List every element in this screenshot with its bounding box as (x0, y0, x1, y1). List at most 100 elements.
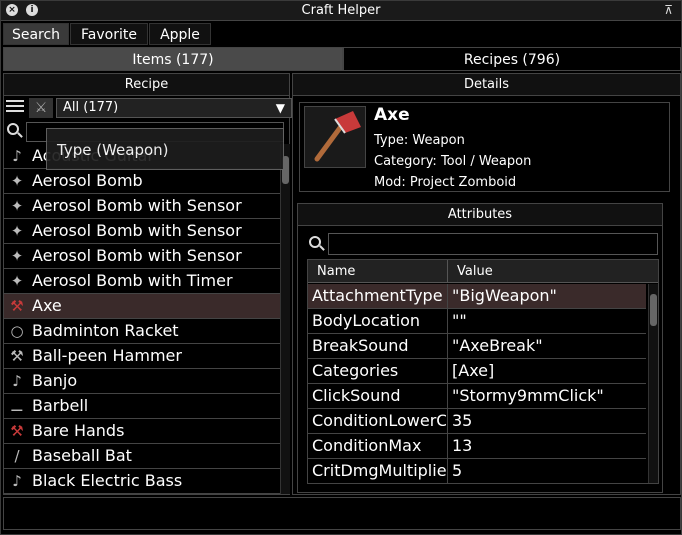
type-filter-select[interactable]: All (177) ▼ (56, 98, 292, 118)
attribute-value: 13 (452, 436, 473, 455)
list-item-label: Axe (32, 296, 62, 315)
type-tooltip: Type (Weapon) (46, 128, 284, 170)
weapon-filter-icon[interactable]: ⚔ (29, 98, 53, 118)
type-filter-value: All (177) (63, 100, 119, 115)
list-item[interactable]: ✦ Aerosol Bomb with Sensor (4, 194, 281, 219)
column-divider (447, 409, 448, 434)
attribute-name: AttachmentType (312, 286, 443, 305)
tab-search[interactable]: Search (3, 23, 69, 45)
recipe-panel-header: Recipe (4, 74, 289, 96)
list-item[interactable]: ✦ Aerosol Bomb (4, 169, 281, 194)
list-item[interactable]: ⚒ Bare Hands (4, 419, 281, 444)
attributes-search-input[interactable] (328, 233, 658, 255)
table-row[interactable]: ConditionMax 13 (308, 434, 646, 459)
window-title: Craft Helper (301, 3, 381, 18)
axe-icon (304, 106, 366, 168)
attributes-panel: Attributes Name Value AttachmentType "Big… (297, 203, 663, 493)
column-header-name[interactable]: Name (308, 260, 448, 283)
table-row[interactable]: BreakSound "AxeBreak" (308, 334, 646, 359)
column-header-value[interactable]: Value (448, 260, 658, 283)
list-item[interactable]: ⚊ Barbell (4, 394, 281, 419)
table-row[interactable]: BodyLocation "" (308, 309, 646, 334)
aerosol-bomb-icon: ✦ (10, 272, 24, 290)
axe-icon: ⚒ (10, 297, 24, 315)
bat-icon: / (14, 447, 20, 465)
attribute-name: BodyLocation (312, 311, 421, 330)
list-item[interactable]: ✦ Aerosol Bomb with Sensor (4, 219, 281, 244)
list-item[interactable]: / Baseball Bat (4, 444, 281, 469)
tab-favorite[interactable]: Favorite (70, 23, 148, 45)
table-row[interactable]: AttachmentType "BigWeapon" (308, 284, 646, 309)
aerosol-bomb-icon: ✦ (10, 222, 24, 240)
list-item[interactable]: ✦ Aerosol Bomb with Sensor (4, 244, 281, 269)
list-item-label: Aerosol Bomb with Sensor (32, 246, 242, 265)
list-item-label: Baseball Bat (32, 446, 132, 465)
attributes-scroll-thumb[interactable] (650, 294, 657, 326)
attribute-value: "BigWeapon" (452, 286, 557, 305)
item-type: Type: Weapon (374, 133, 465, 148)
list-item[interactable]: ♪ Black Electric Bass (4, 469, 281, 494)
item-list-scrollbar[interactable] (280, 144, 290, 494)
list-item-label: Aerosol Bomb (32, 171, 143, 190)
attribute-value: "AxeBreak" (452, 336, 543, 355)
item-category: Category: Tool / Weapon (374, 154, 532, 169)
column-divider (447, 284, 448, 309)
attributes-search-row (308, 233, 658, 255)
attribute-name: Categories (312, 361, 399, 380)
attributes-table: Name Value AttachmentType "BigWeapon" Body… (307, 259, 659, 484)
bare-hands-icon: ⚒ (10, 422, 24, 440)
filter-row: ⚔ All (177) ▼ (4, 97, 292, 119)
details-panel-header: Details (293, 74, 680, 96)
column-divider (447, 334, 448, 359)
item-name: Axe (374, 105, 410, 125)
chevron-down-icon: ▼ (275, 101, 285, 115)
list-item-label: Aerosol Bomb with Sensor (32, 196, 242, 215)
tab-apple[interactable]: Apple (149, 23, 211, 45)
bass-guitar-icon: ♪ (12, 472, 22, 490)
list-item[interactable]: ⚒ Ball-peen Hammer (4, 344, 281, 369)
hammer-icon: ⚒ (10, 347, 24, 365)
item-summary: Axe Type: Weapon Category: Tool / Weapon… (299, 102, 670, 192)
column-divider (447, 459, 448, 483)
list-item-label: Banjo (32, 371, 78, 390)
list-item[interactable]: ○ Badminton Racket (4, 319, 281, 344)
aerosol-bomb-icon: ✦ (10, 197, 24, 215)
aerosol-bomb-icon: ✦ (10, 172, 24, 190)
item-list: ♪Acoustic Guitar✦Aerosol Bomb✦Aerosol Bo… (4, 144, 281, 494)
banjo-icon: ♪ (12, 372, 22, 390)
list-item[interactable]: ♪ Banjo (4, 369, 281, 394)
attribute-name: BreakSound (312, 336, 409, 355)
column-divider (447, 434, 448, 459)
guitar-icon: ♪ (12, 147, 22, 165)
tab-recipes[interactable]: Recipes (796) (343, 47, 681, 71)
list-item-label: Barbell (32, 396, 89, 415)
status-bar (3, 497, 681, 530)
list-item-label: Bare Hands (32, 421, 125, 440)
list-item-label: Black Electric Bass (32, 471, 183, 490)
aerosol-bomb-icon: ✦ (10, 247, 24, 265)
pin-icon[interactable]: ⊼ (664, 3, 673, 17)
list-item-label: Aerosol Bomb with Sensor (32, 221, 242, 240)
attributes-scrollbar[interactable] (648, 284, 658, 483)
search-icon (6, 122, 24, 140)
attribute-name: ClickSound (312, 386, 401, 405)
list-item-label: Aerosol Bomb with Timer (32, 271, 233, 290)
attributes-header: Attributes (298, 204, 662, 226)
table-row[interactable]: ClickSound "Stormy9mmClick" (308, 384, 646, 409)
list-item[interactable]: ✦ Aerosol Bomb with Timer (4, 269, 281, 294)
attribute-value: "" (452, 311, 467, 330)
search-icon (308, 235, 326, 253)
tab-items[interactable]: Items (177) (3, 47, 343, 71)
title-bar: × i Craft Helper ⊼ (1, 1, 681, 21)
item-mod: Mod: Project Zomboid (374, 175, 517, 190)
column-divider (447, 384, 448, 409)
barbell-icon: ⚊ (10, 397, 24, 415)
table-row[interactable]: CritDmgMultiplier 5 (308, 459, 646, 483)
items-recipes-tabs: Items (177) Recipes (796) (1, 47, 681, 71)
table-row[interactable]: ConditionLowerChance 35 (308, 409, 646, 434)
menu-icon[interactable] (6, 100, 24, 116)
column-divider (447, 309, 448, 334)
attribute-value: 35 (452, 411, 473, 430)
table-row[interactable]: Categories [Axe] (308, 359, 646, 384)
list-item[interactable]: ⚒ Axe (4, 294, 281, 319)
